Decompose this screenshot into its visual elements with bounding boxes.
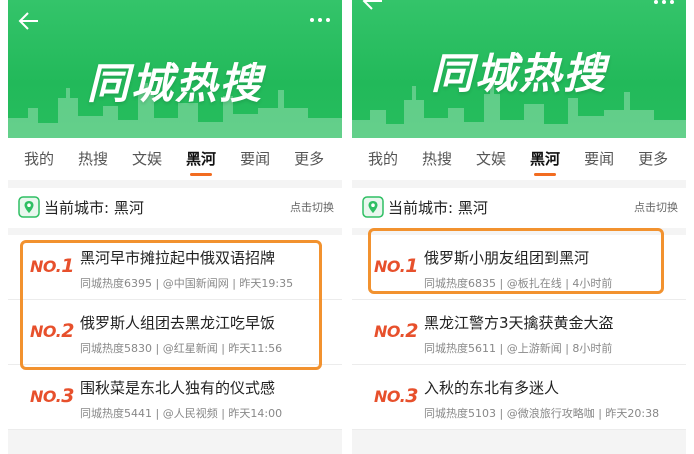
back-arrow-icon[interactable] — [362, 0, 384, 12]
rank-badge: NO.3 — [30, 385, 74, 407]
tab-hot-search[interactable]: 热搜 — [422, 138, 452, 180]
item-title: 黑河早市摊拉起中俄双语招牌 — [80, 249, 276, 267]
back-arrow-icon[interactable] — [18, 10, 40, 32]
tab-entertainment[interactable]: 文娱 — [132, 138, 162, 180]
banner-title: 同城热搜 — [86, 59, 263, 108]
category-tabs: 我的 热搜 文娱 黑河 要闻 更多 — [8, 138, 342, 180]
tab-news[interactable]: 要闻 — [584, 138, 614, 180]
list-item[interactable]: NO.2 俄罗斯人组团去黑龙江吃早饭 同城热度5830 | @红星新闻 | 昨天… — [8, 300, 342, 365]
item-title: 黑龙江警方3天擒获黄金大盗 — [424, 314, 614, 332]
tab-hot-search[interactable]: 热搜 — [78, 138, 108, 180]
item-title: 围秋菜是东北人独有的仪式感 — [80, 379, 276, 397]
category-tabs: 我的 热搜 文娱 黑河 要闻 更多 — [352, 138, 686, 180]
rank-badge: NO.1 — [374, 255, 418, 277]
switch-city-link[interactable]: 点击切换 — [634, 188, 678, 228]
tab-mine[interactable]: 我的 — [368, 138, 398, 180]
current-city-label: 当前城市: 黑河 — [388, 199, 488, 217]
item-title: 俄罗斯小朋友组团到黑河 — [424, 249, 590, 267]
rank-badge: NO.3 — [374, 385, 418, 407]
more-dots-icon[interactable] — [652, 0, 676, 6]
tab-entertainment[interactable]: 文娱 — [476, 138, 506, 180]
banner-title: 同城热搜 — [430, 49, 607, 98]
left-screenshot-panel: 同城热搜 我的 热搜 文娱 黑河 要闻 更多 当前城市: 黑河 点击切换 NO.… — [8, 0, 342, 454]
item-meta: 同城热度5611 | @上游新闻 | 8小时前 — [424, 342, 613, 355]
more-dots-icon[interactable] — [308, 16, 332, 24]
current-city-bar: 当前城市: 黑河 点击切换 — [8, 188, 342, 228]
item-meta: 同城热度5830 | @红星新闻 | 昨天11:56 — [80, 342, 283, 355]
tab-news[interactable]: 要闻 — [240, 138, 270, 180]
right-screenshot-panel: 同城热搜 我的 热搜 文娱 黑河 要闻 更多 当前城市: 黑河 点击切换 NO.… — [352, 0, 686, 454]
current-city-label: 当前城市: 黑河 — [44, 199, 144, 217]
item-title: 入秋的东北有多迷人 — [424, 379, 560, 397]
list-item[interactable]: NO.2 黑龙江警方3天擒获黄金大盗 同城热度5611 | @上游新闻 | 8小… — [352, 300, 686, 365]
rank-badge: NO.2 — [30, 320, 74, 342]
item-meta: 同城热度6835 | @板扎在线 | 4小时前 — [424, 277, 613, 290]
rank-badge: NO.1 — [30, 255, 74, 277]
current-city-bar: 当前城市: 黑河 点击切换 — [352, 188, 686, 228]
hot-search-banner: 同城热搜 — [8, 0, 342, 138]
list-item[interactable]: NO.3 入秋的东北有多迷人 同城热度5103 | @微浪旅行攻略咖 | 昨天2… — [352, 365, 686, 430]
location-pin-icon — [362, 196, 384, 218]
list-item[interactable]: NO.1 俄罗斯小朋友组团到黑河 同城热度6835 | @板扎在线 | 4小时前 — [352, 235, 686, 300]
location-pin-icon — [18, 196, 40, 218]
list-item[interactable]: NO.1 黑河早市摊拉起中俄双语招牌 同城热度6395 | @中国新闻网 | 昨… — [8, 235, 342, 300]
tab-more[interactable]: 更多 — [638, 138, 668, 180]
item-meta: 同城热度5441 | @人民视频 | 昨天14:00 — [80, 407, 283, 420]
tab-more[interactable]: 更多 — [294, 138, 324, 180]
list-item[interactable]: NO.3 围秋菜是东北人独有的仪式感 同城热度5441 | @人民视频 | 昨天… — [8, 365, 342, 430]
item-title: 俄罗斯人组团去黑龙江吃早饭 — [80, 314, 276, 332]
hot-search-list: NO.1 黑河早市摊拉起中俄双语招牌 同城热度6395 | @中国新闻网 | 昨… — [8, 235, 342, 430]
item-meta: 同城热度5103 | @微浪旅行攻略咖 | 昨天20:38 — [424, 407, 660, 420]
item-meta: 同城热度6395 | @中国新闻网 | 昨天19:35 — [80, 277, 294, 290]
tab-heihe[interactable]: 黑河 — [530, 138, 560, 180]
hot-search-banner: 同城热搜 — [352, 0, 686, 138]
rank-badge: NO.2 — [374, 320, 418, 342]
tab-heihe[interactable]: 黑河 — [186, 138, 216, 180]
switch-city-link[interactable]: 点击切换 — [290, 188, 334, 228]
tab-mine[interactable]: 我的 — [24, 138, 54, 180]
hot-search-list: NO.1 俄罗斯小朋友组团到黑河 同城热度6835 | @板扎在线 | 4小时前… — [352, 235, 686, 430]
